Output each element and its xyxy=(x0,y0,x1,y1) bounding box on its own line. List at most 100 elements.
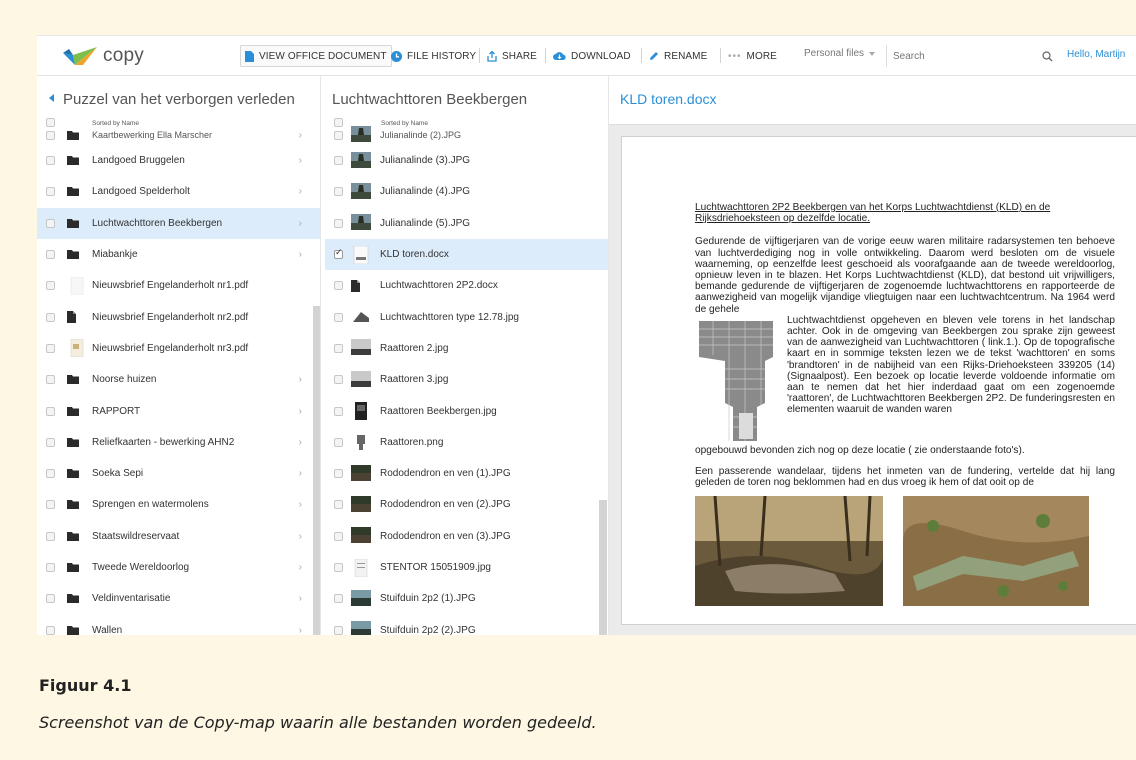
thumbnail-icon xyxy=(351,589,371,606)
list-item[interactable]: Stuifduin 2p2 (1).JPG xyxy=(325,583,608,614)
thumbnail-icon xyxy=(351,182,371,199)
toolbar-separator xyxy=(545,48,546,63)
list-item[interactable]: RAPPORT › xyxy=(37,395,320,426)
row-checkbox[interactable] xyxy=(46,594,55,604)
list-item[interactable]: Stuifduin 2p2 (2).JPG xyxy=(325,614,608,635)
scrollbar[interactable] xyxy=(313,306,320,635)
row-checkbox[interactable] xyxy=(334,406,343,416)
row-checkbox[interactable] xyxy=(46,563,55,572)
row-checkbox[interactable] xyxy=(46,187,55,197)
row-checkbox[interactable] xyxy=(334,156,343,166)
row-checkbox[interactable] xyxy=(334,531,343,541)
list-item[interactable]: Rododendron en ven (1).JPG xyxy=(325,458,608,489)
document-paragraph-2: Een passerende wandelaar, tijdens het in… xyxy=(695,466,1115,489)
list-item[interactable]: Julianalinde (4).JPG xyxy=(325,176,608,207)
row-checkbox[interactable] xyxy=(334,281,343,291)
list-item-label: Raattoren Beekbergen.jpg xyxy=(380,405,497,417)
search-icon[interactable] xyxy=(1042,50,1053,62)
list-item[interactable]: Nieuwsbrief Engelanderholt nr3.pdf xyxy=(37,333,320,364)
row-checkbox[interactable] xyxy=(46,437,55,447)
list-item[interactable]: KLD toren.docx xyxy=(325,238,608,271)
list-item[interactable]: Raattoren.png xyxy=(325,427,608,458)
row-checkbox[interactable] xyxy=(46,406,55,416)
list-item[interactable]: Staatswildreservaat › xyxy=(37,521,320,552)
column-1-header[interactable]: Puzzel van het verborgen verleden xyxy=(49,91,295,108)
document-viewer[interactable]: Luchtwachttoren 2P2 Beekbergen van het K… xyxy=(609,124,1136,635)
row-checkbox[interactable] xyxy=(334,500,343,510)
scrollbar[interactable] xyxy=(599,500,607,635)
folder-icon xyxy=(67,500,79,510)
list-item[interactable]: Rododendron en ven (3).JPG xyxy=(325,521,608,552)
view-office-document-button[interactable]: VIEW OFFICE DOCUMENT xyxy=(240,45,392,67)
row-checkbox[interactable] xyxy=(46,130,55,140)
personal-files-select[interactable]: Personal files xyxy=(804,48,876,59)
row-icon xyxy=(351,402,371,421)
row-checkbox[interactable] xyxy=(46,500,55,510)
list-item[interactable]: Luchtwachttoren 2P2.docx xyxy=(325,270,608,301)
list-item[interactable]: Raattoren 3.jpg xyxy=(325,364,608,395)
list-item-label: Luchtwachttoren 2P2.docx xyxy=(380,280,498,292)
more-dots-icon: ••• xyxy=(728,50,742,62)
list-item[interactable]: Nieuwsbrief Engelanderholt nr1.pdf xyxy=(37,270,320,301)
row-checkbox[interactable] xyxy=(334,594,343,604)
folder-icon xyxy=(67,625,79,635)
list-item[interactable]: Raattoren Beekbergen.jpg xyxy=(325,395,608,426)
back-arrow-icon[interactable] xyxy=(49,94,54,102)
list-item[interactable]: Reliefkaarten - bewerking AHN2 › xyxy=(37,427,320,458)
share-label: SHARE xyxy=(502,50,537,62)
row-checkbox[interactable] xyxy=(46,218,55,228)
share-button[interactable]: SHARE xyxy=(487,45,537,67)
search-input[interactable] xyxy=(893,50,1023,62)
row-checkbox[interactable] xyxy=(334,312,343,322)
row-checkbox[interactable] xyxy=(334,469,343,479)
file-list: Kaartbewerking Ella Marscher › Landgoed Br… xyxy=(37,130,320,635)
row-checkbox[interactable] xyxy=(46,375,55,385)
list-item[interactable]: Landgoed Spelderholt › xyxy=(37,176,320,207)
row-checkbox[interactable] xyxy=(334,625,343,635)
list-item[interactable]: Landgoed Bruggelen › xyxy=(37,145,320,176)
file-history-button[interactable]: FILE HISTORY xyxy=(391,45,476,67)
row-checkbox[interactable] xyxy=(46,312,55,322)
download-button[interactable]: DOWNLOAD xyxy=(553,45,631,67)
row-checkbox[interactable] xyxy=(334,437,343,447)
row-icon xyxy=(67,500,79,510)
row-checkbox[interactable] xyxy=(46,281,55,291)
list-item[interactable]: Luchtwachttoren type 12.78.jpg xyxy=(325,301,608,332)
row-checkbox[interactable] xyxy=(334,247,343,260)
list-item[interactable]: Sprengen en watermolens › xyxy=(37,489,320,520)
list-item[interactable]: Julianalinde (2).JPG xyxy=(325,125,608,145)
list-item[interactable]: Noorse huizen › xyxy=(37,364,320,395)
list-item[interactable]: Rododendron en ven (2).JPG xyxy=(325,489,608,520)
list-item[interactable]: Miabankje › xyxy=(37,239,320,270)
row-checkbox[interactable] xyxy=(46,469,55,479)
list-item[interactable]: Luchtwachttoren Beekbergen › xyxy=(37,207,320,239)
list-item[interactable]: Tweede Wereldoorlog › xyxy=(37,552,320,583)
row-checkbox[interactable] xyxy=(334,563,343,572)
row-checkbox[interactable] xyxy=(334,343,343,353)
row-icon xyxy=(67,218,79,228)
list-item[interactable]: Kaartbewerking Ella Marscher › xyxy=(37,125,320,145)
row-icon xyxy=(67,594,79,604)
row-checkbox[interactable] xyxy=(334,130,343,140)
row-checkbox[interactable] xyxy=(334,375,343,385)
copy-logo[interactable]: copy xyxy=(61,41,144,71)
list-item[interactable]: Nieuwsbrief Engelanderholt nr2.pdf xyxy=(37,301,320,332)
row-checkbox[interactable] xyxy=(46,156,55,166)
row-checkbox[interactable] xyxy=(46,343,55,353)
list-item[interactable]: Wallen › xyxy=(37,614,320,635)
row-checkbox[interactable] xyxy=(46,531,55,541)
more-button[interactable]: ••• MORE xyxy=(728,45,777,67)
row-checkbox[interactable] xyxy=(46,625,55,635)
row-checkbox[interactable] xyxy=(334,187,343,197)
list-item-label: Miabankje xyxy=(92,249,138,261)
list-item[interactable]: Veldinventarisatie › xyxy=(37,583,320,614)
list-item[interactable]: Julianalinde (3).JPG xyxy=(325,145,608,176)
list-item[interactable]: Soeka Sepi › xyxy=(37,458,320,489)
user-greeting[interactable]: Hello, Martijn xyxy=(1067,49,1125,60)
row-checkbox[interactable] xyxy=(334,218,343,228)
rename-button[interactable]: RENAME xyxy=(649,45,707,67)
list-item[interactable]: Julianalinde (5).JPG xyxy=(325,208,608,239)
list-item[interactable]: Raattoren 2.jpg xyxy=(325,333,608,364)
row-checkbox[interactable] xyxy=(46,250,55,260)
list-item[interactable]: STENTOR 15051909.jpg xyxy=(325,552,608,583)
